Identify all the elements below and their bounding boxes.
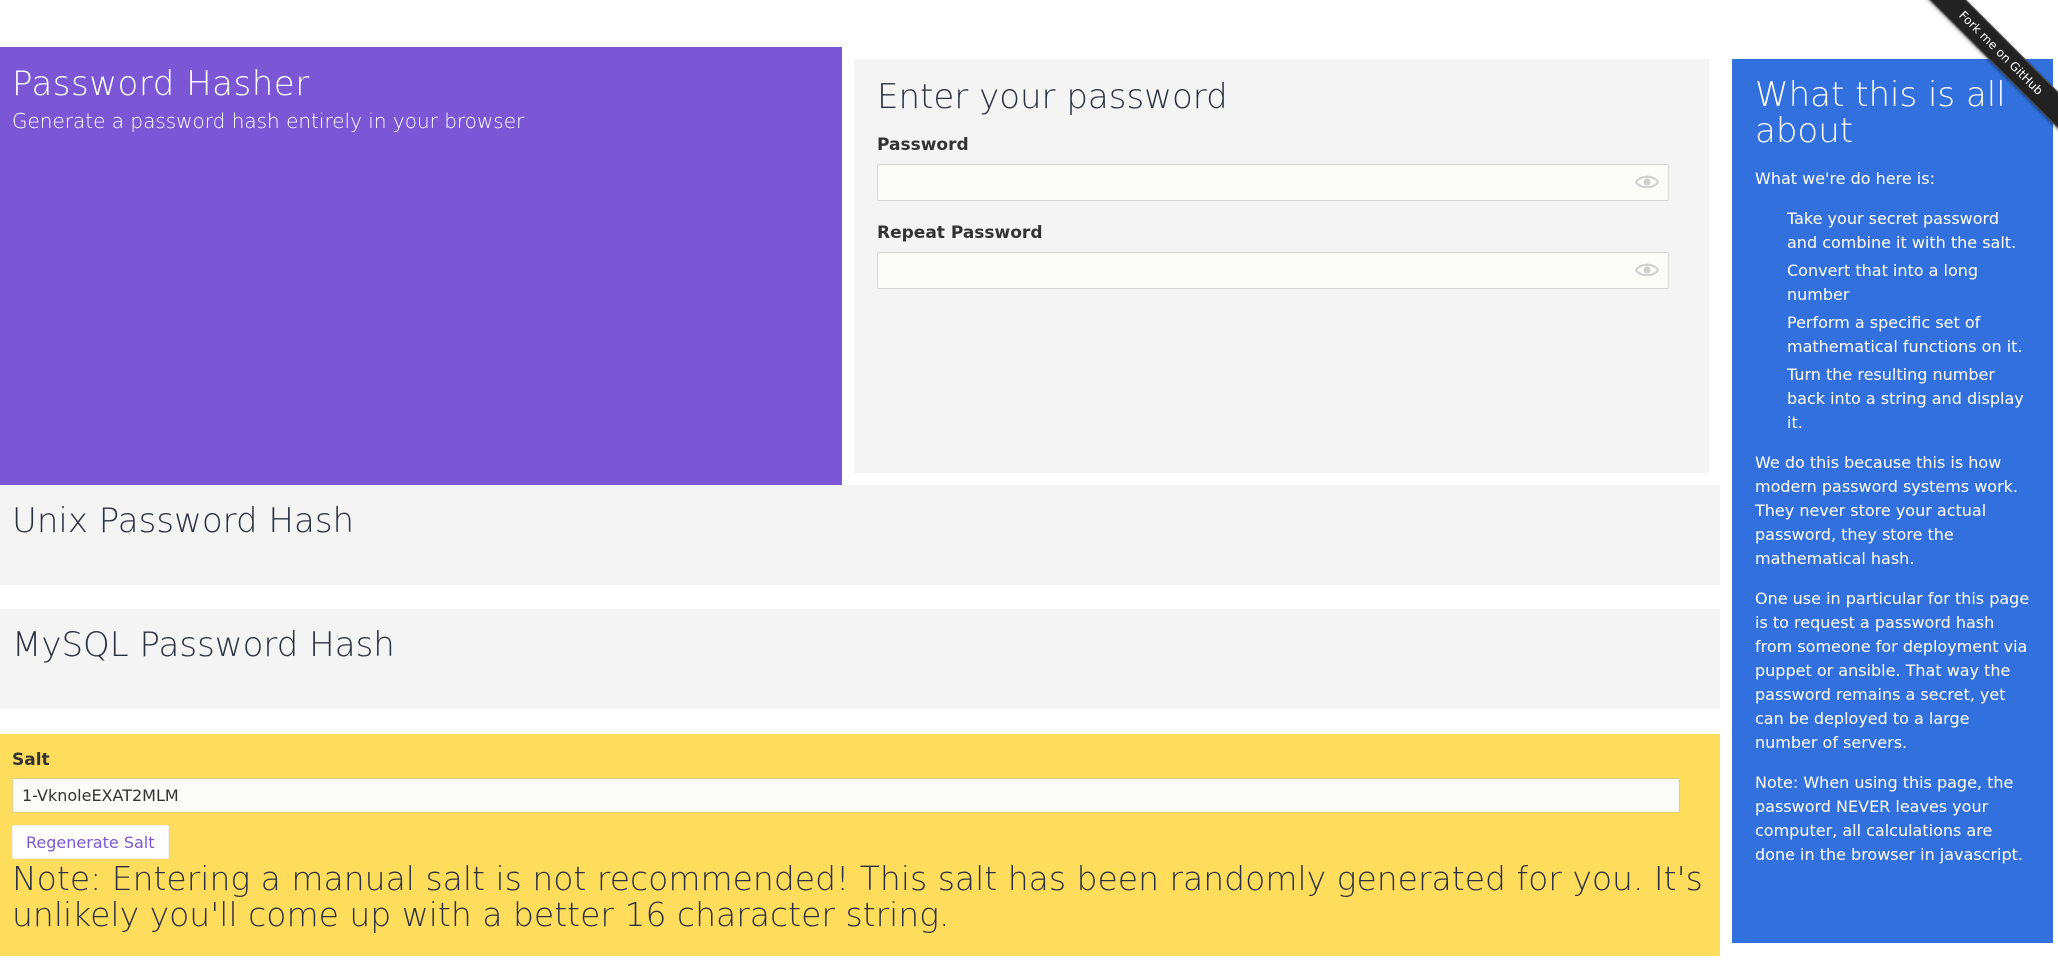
info-steps: Take your secret password and combine it…: [1755, 207, 2030, 435]
regenerate-salt-button[interactable]: Regenerate Salt: [12, 825, 169, 859]
password-label: Password: [877, 135, 969, 155]
info-sidebar: What this is all about What we're do her…: [1732, 59, 2053, 943]
hero-banner: Password Hasher Generate a password hash…: [0, 47, 842, 485]
repeat-password-input[interactable]: [877, 252, 1669, 289]
mysql-hash-title: MySQL Password Hash: [12, 625, 395, 665]
repeat-password-field-wrap: [877, 252, 1669, 289]
password-panel: Enter your password Password Repeat Pass…: [854, 59, 1709, 473]
page: Password Hasher Generate a password hash…: [0, 0, 2058, 975]
salt-label: Salt: [12, 750, 50, 770]
repeat-password-label: Repeat Password: [877, 223, 1043, 243]
unix-hash-panel: Unix Password Hash: [0, 485, 1720, 585]
info-paragraph-1: We do this because this is how modern pa…: [1755, 453, 2019, 568]
password-field-wrap: [877, 164, 1669, 201]
info-paragraph-3: Note: When using this page, the password…: [1755, 773, 2023, 864]
list-item: Turn the resulting number back into a st…: [1787, 365, 2024, 432]
github-ribbon-wrap: Fork me on GitHub: [1908, 0, 2058, 150]
unix-hash-title: Unix Password Hash: [12, 501, 355, 541]
info-intro: What we're do here is:: [1755, 169, 1935, 188]
eye-icon[interactable]: [1635, 261, 1659, 279]
app-title: Password Hasher: [12, 64, 310, 104]
mysql-hash-panel: MySQL Password Hash: [0, 609, 1720, 709]
app-subtitle: Generate a password hash entirely in you…: [12, 108, 525, 133]
password-input[interactable]: [877, 164, 1669, 201]
salt-panel: Salt Regenerate Salt Note: Entering a ma…: [0, 734, 1720, 956]
info-paragraph-2: One use in particular for this page is t…: [1755, 589, 2030, 752]
salt-input[interactable]: [12, 778, 1680, 813]
list-item: Convert that into a long number: [1787, 261, 1979, 304]
salt-note: Note: Entering a manual salt is not reco…: [12, 859, 1703, 934]
github-ribbon-link[interactable]: Fork me on GitHub: [1917, 0, 2058, 137]
password-panel-title: Enter your password: [877, 77, 1228, 117]
list-item: Perform a specific set of mathematical f…: [1787, 313, 2023, 356]
eye-icon[interactable]: [1635, 173, 1659, 191]
list-item: Take your secret password and combine it…: [1787, 209, 2017, 252]
